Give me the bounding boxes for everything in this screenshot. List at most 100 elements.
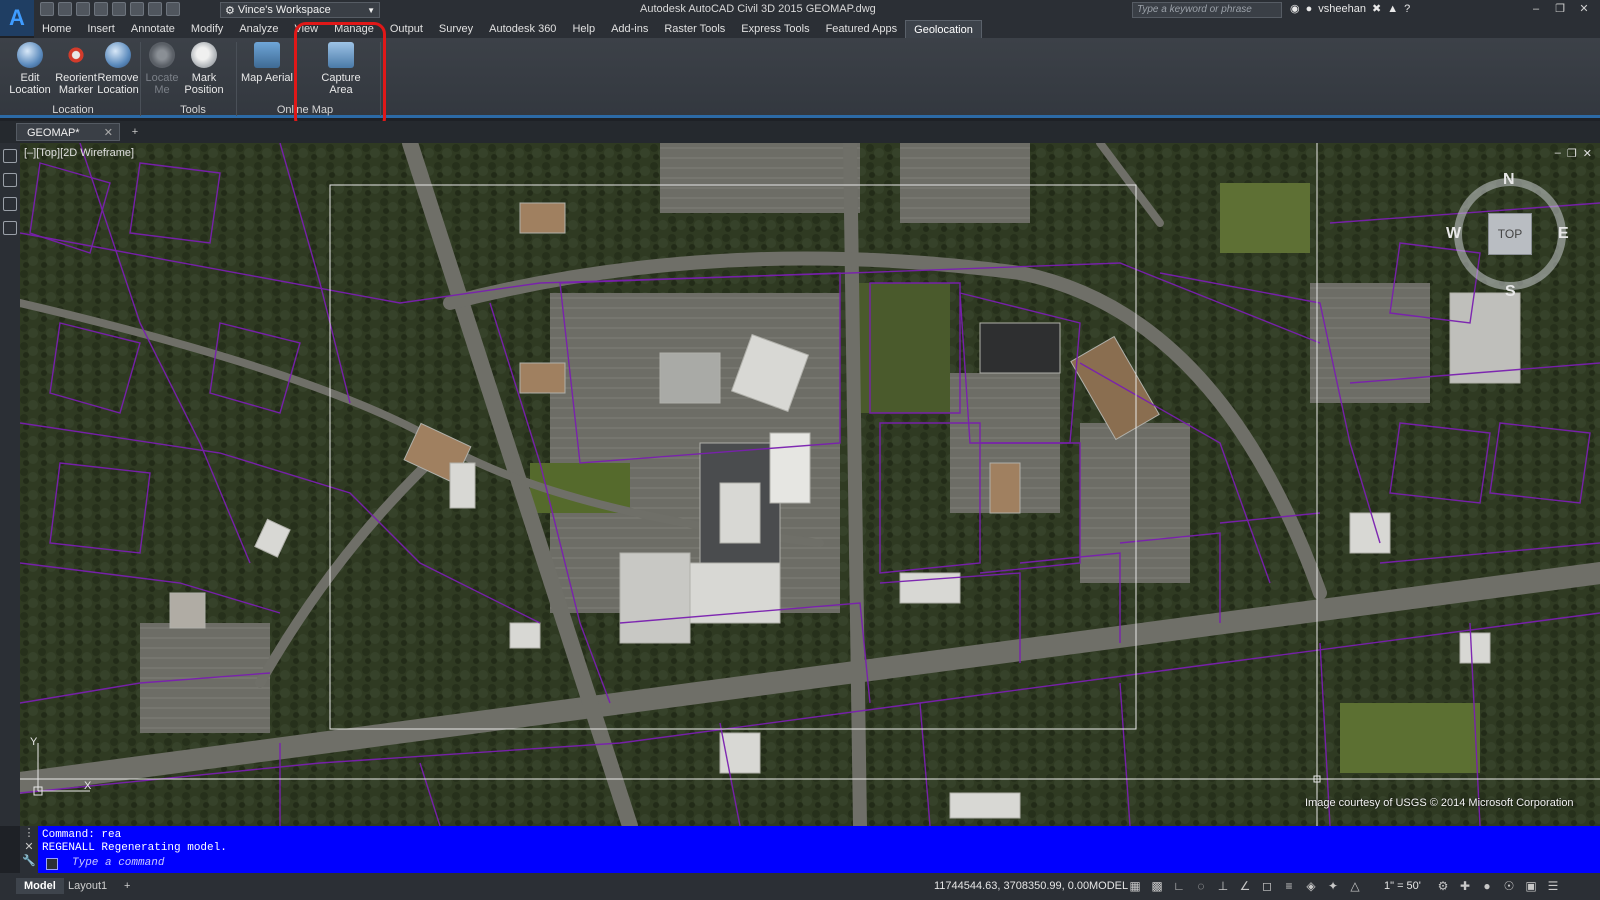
tab-geolocation[interactable]: Geolocation (905, 20, 982, 38)
compass-west[interactable]: W (1446, 225, 1461, 243)
workspace-switch-icon[interactable]: ⚙ (1436, 879, 1450, 893)
user-area: ◉ ● vsheehan ✖ ▲ ? (1290, 2, 1410, 16)
status-bar: Model Layout1 + 11744544.63, 3708350.99,… (0, 873, 1600, 900)
status-right-tools: ⚙ ✚ ● ☉ ▣ ☰ (1436, 879, 1560, 893)
new-icon[interactable] (40, 2, 54, 16)
mark-position-button[interactable]: Mark Position (182, 42, 226, 96)
compass-north[interactable]: N (1503, 171, 1515, 189)
tab-layout1[interactable]: Layout1 (60, 878, 115, 894)
remove-location-button[interactable]: Remove Location (96, 42, 140, 96)
properties-icon[interactable] (3, 149, 17, 163)
tab-output[interactable]: Output (382, 20, 431, 38)
wrench-icon[interactable]: 🔧 (20, 854, 38, 868)
compass-east[interactable]: E (1558, 225, 1569, 243)
save-as-icon[interactable] (94, 2, 108, 16)
globe-icon (17, 42, 43, 68)
tab-add-ins[interactable]: Add-ins (603, 20, 656, 38)
annotation-scale[interactable]: 1" = 50' (1384, 880, 1421, 892)
tab-model[interactable]: Model (16, 878, 64, 894)
window-title: Autodesk AutoCAD Civil 3D 2015 GEOMAP.dw… (640, 3, 876, 15)
viewcube[interactable]: TOP N S E W (1440, 171, 1580, 321)
quick-access-toolbar (40, 2, 180, 16)
model-space-toggle[interactable]: MODEL (1089, 880, 1128, 892)
tab-raster-tools[interactable]: Raster Tools (656, 20, 733, 38)
save-icon[interactable] (76, 2, 90, 16)
drawing-viewport[interactable]: X Y [–][Top][2D Wireframe] – ❐ ✕ TOP N S… (20, 143, 1600, 826)
close-tab-icon[interactable]: ✕ (104, 124, 113, 142)
workspace-dropdown[interactable]: ⚙ Vince's Workspace ▼ (220, 2, 380, 18)
command-line: ⋮ ✕ 🔧 Command: rea REGENALL Regenerating… (20, 826, 1600, 873)
document-tab[interactable]: GEOMAP* ✕ (16, 123, 120, 141)
edit-location-button[interactable]: Edit Location (8, 42, 52, 96)
aerial-map: X Y (20, 143, 1600, 826)
snap-icon[interactable]: ▩ (1150, 879, 1164, 893)
crosshair-icon (191, 42, 217, 68)
restore-icon[interactable]: ❐ (1567, 147, 1577, 160)
search-input[interactable]: Type a keyword or phrase (1132, 2, 1282, 18)
close-icon[interactable]: ✕ (1574, 1, 1594, 17)
annotation-visibility-icon[interactable]: ✦ (1326, 879, 1340, 893)
tab-modify[interactable]: Modify (183, 20, 231, 38)
undo-icon[interactable] (148, 2, 162, 16)
open-icon[interactable] (58, 2, 72, 16)
tab-express-tools[interactable]: Express Tools (733, 20, 817, 38)
close-icon[interactable]: ✕ (20, 840, 38, 854)
binoculars-icon[interactable]: ◉ (1290, 2, 1300, 15)
command-input[interactable]: Type a command (42, 857, 1592, 871)
dynamic-ucs-icon[interactable]: ◻ (1260, 879, 1274, 893)
viewcube-top-face[interactable]: TOP (1488, 213, 1532, 255)
panel-separator (140, 42, 141, 116)
layers-icon[interactable] (3, 173, 17, 187)
sheet-set-icon[interactable] (3, 221, 17, 235)
reorient-marker-button[interactable]: Reorient Marker (54, 42, 98, 96)
compass-south[interactable]: S (1505, 283, 1516, 301)
tab-insert[interactable]: Insert (79, 20, 123, 38)
annotation-monitor-icon[interactable]: ✚ (1458, 879, 1472, 893)
command-grip-icon[interactable]: ⋮ (20, 826, 38, 840)
autoscale-icon[interactable]: △ (1348, 879, 1362, 893)
tab-annotate[interactable]: Annotate (123, 20, 183, 38)
tab-help[interactable]: Help (564, 20, 603, 38)
command-line-handle[interactable]: ⋮ ✕ 🔧 (20, 826, 38, 873)
hardware-acceleration-icon[interactable]: ☉ (1502, 879, 1516, 893)
tab-home[interactable]: Home (34, 20, 79, 38)
exchange-icon[interactable]: ✖ (1372, 2, 1381, 15)
username[interactable]: vsheehan (1318, 3, 1366, 15)
tab-featured-apps[interactable]: Featured Apps (818, 20, 906, 38)
minimize-icon[interactable]: – (1555, 147, 1561, 160)
locate-me-button: Locate Me (140, 42, 184, 96)
lineweight-icon[interactable]: ≡ (1282, 879, 1296, 893)
application-menu-button[interactable]: A (0, 0, 34, 36)
osnap-icon[interactable]: ⊥ (1216, 879, 1230, 893)
polar-icon[interactable]: ◌ (1194, 879, 1208, 893)
redo-icon[interactable] (166, 2, 180, 16)
svg-text:X: X (84, 780, 92, 792)
add-layout-icon[interactable]: + (116, 878, 138, 894)
viewport-controls-label[interactable]: [–][Top][2D Wireframe] (24, 147, 134, 159)
otrack-icon[interactable]: ∠ (1238, 879, 1252, 893)
add-tab-icon[interactable]: + (128, 125, 142, 139)
transparency-icon[interactable]: ◈ (1304, 879, 1318, 893)
isolate-objects-icon[interactable]: ● (1480, 879, 1494, 893)
coordinates-readout[interactable]: 11744544.63, 3708350.99, 0.00 (934, 880, 1089, 892)
close-icon[interactable]: ✕ (1583, 147, 1592, 160)
viewport-window-controls: – ❐ ✕ (1555, 147, 1592, 160)
plot-icon[interactable] (130, 2, 144, 16)
title-bar: ⚙ Vince's Workspace ▼ Autodesk AutoCAD C… (0, 0, 1600, 20)
tab-survey[interactable]: Survey (431, 20, 481, 38)
panel-separator (236, 42, 237, 116)
ortho-icon[interactable]: ∟ (1172, 879, 1186, 893)
customize-icon[interactable]: ☰ (1546, 879, 1560, 893)
a360-icon[interactable]: ▲ (1387, 3, 1398, 15)
minimize-icon[interactable]: – (1526, 1, 1546, 17)
restore-icon[interactable]: ❐ (1550, 1, 1570, 17)
map-aerial-button[interactable]: Map Aerial (240, 42, 294, 84)
tab-autodesk-360[interactable]: Autodesk 360 (481, 20, 564, 38)
tab-analyze[interactable]: Analyze (231, 20, 286, 38)
tool-palette-icon[interactable] (3, 197, 17, 211)
workspace-label: Vince's Workspace (237, 4, 331, 16)
print-icon[interactable] (112, 2, 126, 16)
help-icon[interactable]: ? (1404, 3, 1410, 15)
clean-screen-icon[interactable]: ▣ (1524, 879, 1538, 893)
grid-icon[interactable]: ▦ (1128, 879, 1142, 893)
